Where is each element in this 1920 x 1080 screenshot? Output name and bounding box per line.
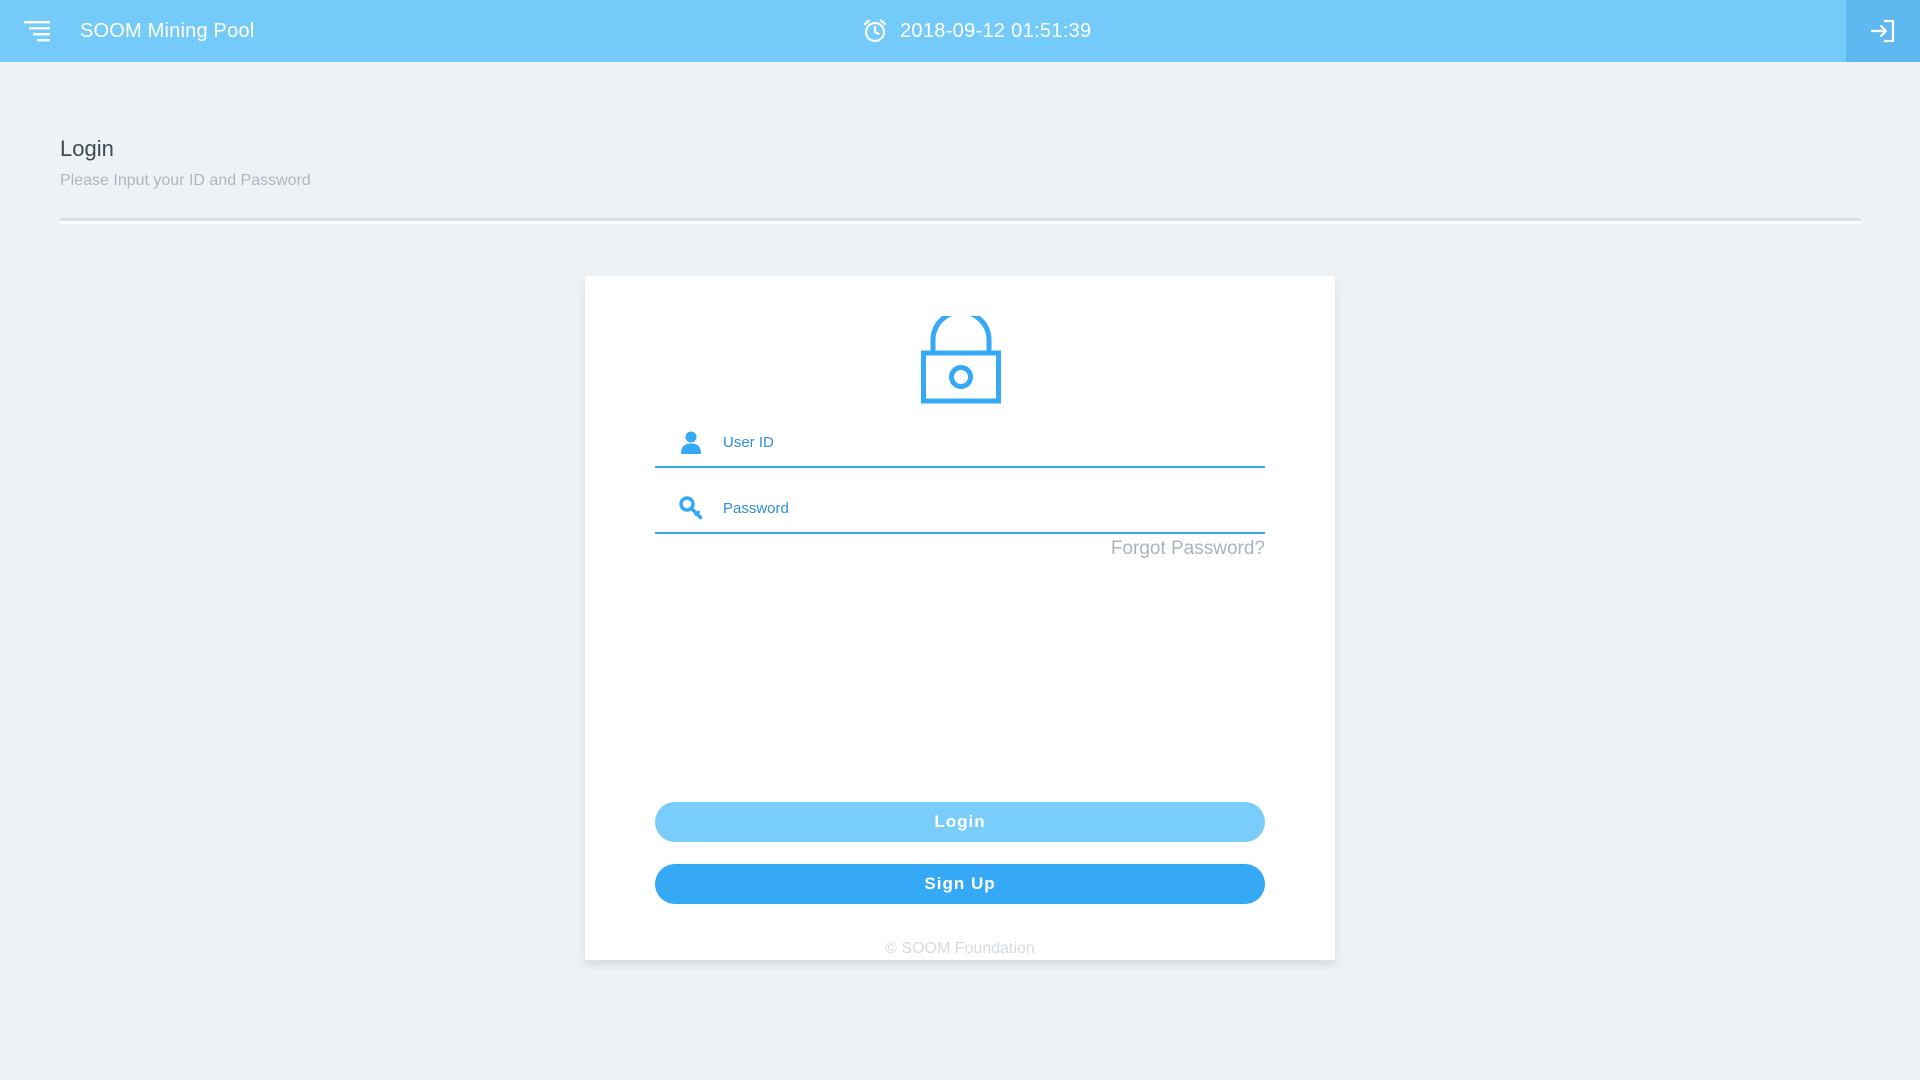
forgot-password-link[interactable]: Forgot Password?: [1111, 538, 1265, 560]
menu-icon: [24, 21, 50, 42]
top-bar: SOOM Mining Pool 2018-09-12 01:51:39: [0, 0, 1920, 62]
menu-button[interactable]: [20, 17, 54, 45]
password-input[interactable]: [723, 493, 1263, 523]
datetime-display: 2018-09-12 01:51:39: [862, 0, 1091, 62]
alarm-clock-icon: [863, 19, 887, 43]
page-divider: [60, 218, 1861, 224]
sign-up-button[interactable]: Sign Up: [655, 864, 1265, 904]
user-icon: [681, 431, 701, 454]
app-title: SOOM Mining Pool: [80, 20, 255, 42]
login-button[interactable]: Login: [655, 802, 1265, 842]
sign-in-button[interactable]: [1846, 0, 1920, 62]
user-id-input[interactable]: [723, 427, 1263, 457]
page-subtitle: Please Input your ID and Password: [60, 172, 311, 189]
datetime-text: 2018-09-12 01:51:39: [900, 19, 1092, 42]
lock-icon: [921, 316, 1001, 404]
password-field: [655, 484, 1265, 534]
user-id-field: [655, 418, 1265, 468]
copyright-text: © SOOM Foundation: [885, 940, 1035, 957]
page-heading: Login Please Input your ID and Password: [60, 136, 311, 190]
key-icon: [679, 496, 703, 520]
page-title: Login: [60, 136, 114, 161]
login-card: Forgot Password? Login Sign Up © SOOM Fo…: [585, 276, 1335, 960]
sign-in-icon: [1870, 19, 1895, 43]
